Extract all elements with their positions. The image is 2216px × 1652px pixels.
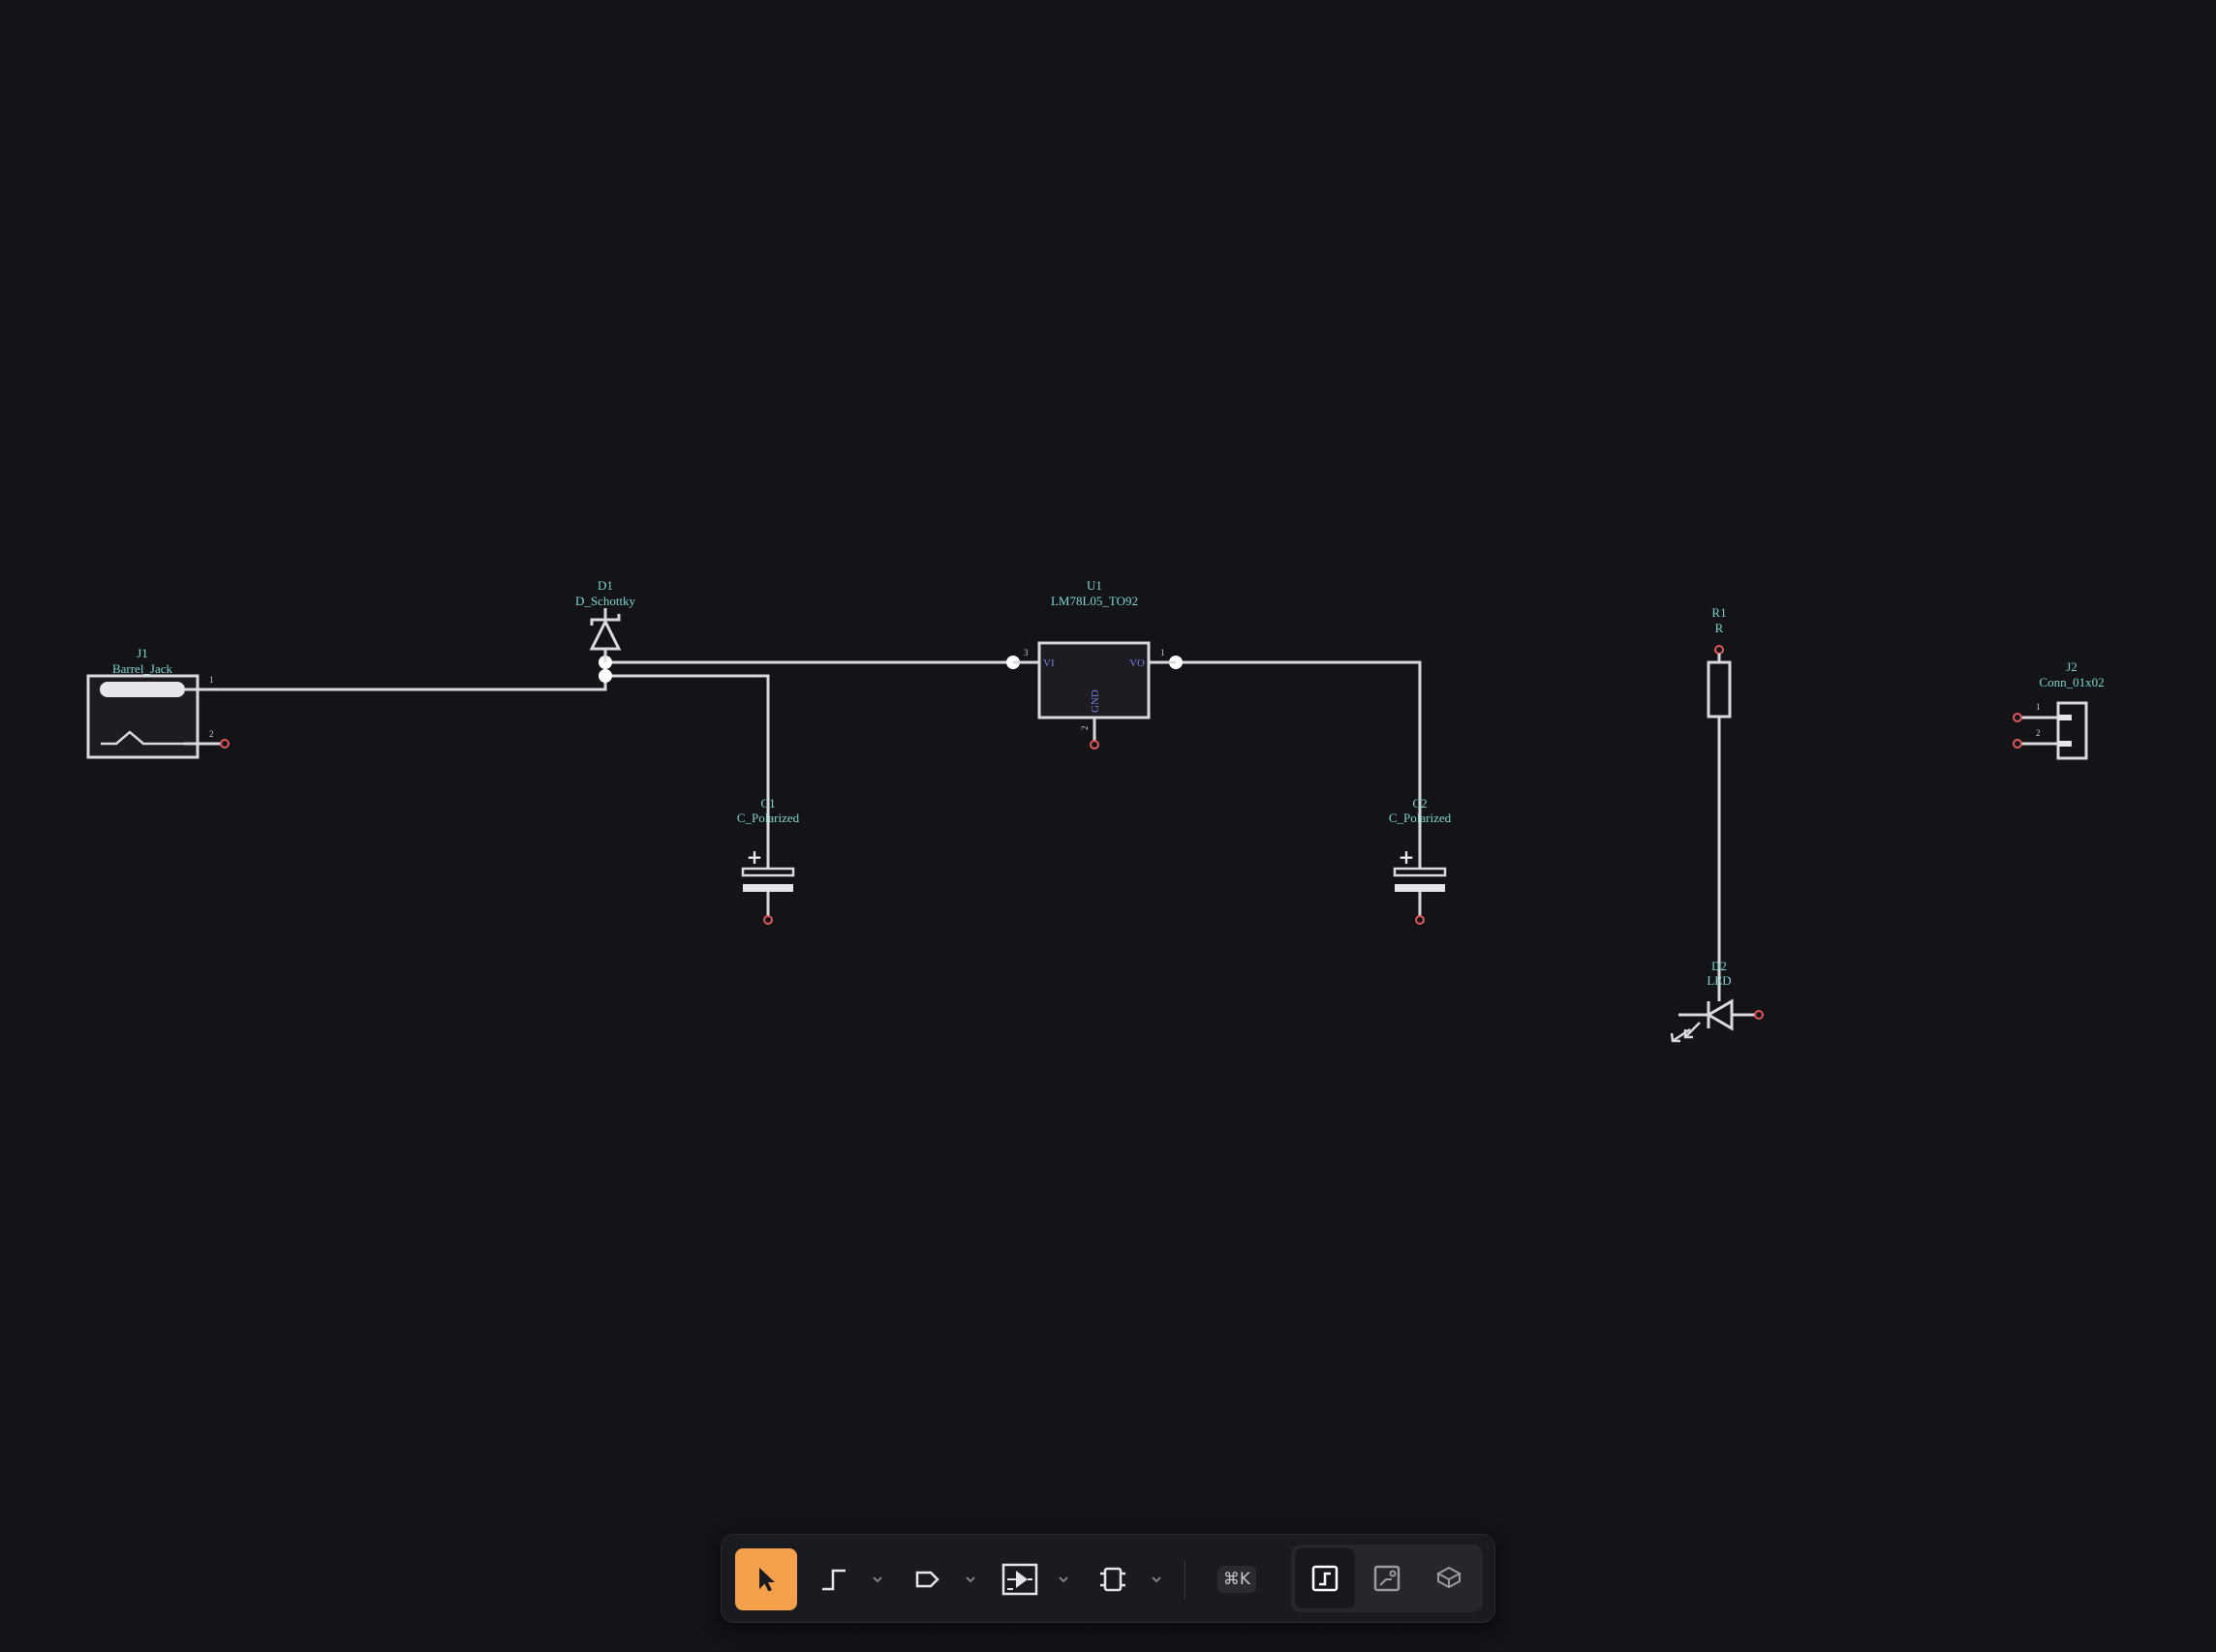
j2-value: Conn_01x02 [2039,675,2104,689]
u1-pin-name-vi: VI [1043,658,1055,669]
schematic-view-icon [1311,1565,1339,1592]
chip-icon [1100,1567,1125,1592]
j1-pin2-num: 2 [209,729,214,739]
c1-plate-bottom [743,884,793,892]
j2-pin2-contact [2058,741,2072,747]
component-tool-dropdown[interactable] [1146,1548,1167,1610]
u1-pin-name-vo: VO [1129,658,1145,669]
u1-pin2-num: 2 [1080,726,1090,731]
symbol-buffer-icon [1001,1563,1038,1596]
3d-view-icon [1435,1566,1462,1589]
pcb-view-button[interactable] [1357,1548,1417,1608]
command-palette-shortcut[interactable]: ⌘K [1217,1566,1256,1593]
symbol-tool-dropdown[interactable] [1053,1548,1074,1610]
r1-refdes: R1 [1711,605,1726,620]
j2-pin2-num: 2 [2036,728,2041,738]
d1-value: D_Schottky [575,594,636,608]
symbol-tool-button[interactable] [989,1548,1051,1610]
grid-background [0,0,2216,1652]
d2-value: LED [1707,973,1731,988]
d2-refdes: D2 [1711,959,1727,973]
j1-plug [100,682,185,697]
c1-plus-sign: + [747,845,763,869]
wire-tool-dropdown[interactable] [867,1548,888,1610]
chevron-down-icon [966,1576,975,1583]
chevron-down-icon [1152,1576,1161,1583]
c2-value: C_Polarized [1389,811,1452,825]
r1-value: R [1715,621,1724,635]
wire-step-icon [822,1569,846,1591]
c1-value: C_Polarized [737,811,800,825]
chevron-down-icon [873,1576,882,1583]
c2-plate-bottom [1395,884,1445,892]
cursor-arrow-icon [759,1568,775,1592]
j2-pin1-contact [2058,715,2072,720]
c2-refdes: C2 [1412,796,1427,811]
u1-refdes: U1 [1087,578,1102,593]
c2-plus-sign: + [1399,845,1415,869]
chevron-down-icon [1059,1576,1068,1583]
schematic-canvas[interactable]: J1 Barrel_Jack 1 2 D1 D_Schottky U1 LM78… [0,0,2216,1652]
j1-refdes: J1 [137,646,148,660]
net-label-tool-dropdown[interactable] [960,1548,981,1610]
j1-value: Barrel_Jack [112,661,173,676]
bottom-toolbar: ⌘K [721,1534,1495,1623]
select-tool-button[interactable] [735,1548,797,1610]
u1-value: LM78L05_TO92 [1051,594,1138,608]
net-label-tool-button[interactable] [896,1548,958,1610]
c1-refdes: C1 [760,796,775,811]
j2-refdes: J2 [2066,659,2078,674]
3d-view-button[interactable] [1419,1548,1479,1608]
j1-pin1-num: 1 [209,675,214,685]
wire-tool-button[interactable] [803,1548,865,1610]
u1-pin1-num: 1 [1160,648,1165,658]
net-label-icon [915,1571,939,1588]
pcb-view-icon [1373,1565,1400,1592]
view-switcher [1291,1545,1483,1612]
component-tool-button[interactable] [1082,1548,1144,1610]
u1-pin-name-gnd: GND [1090,689,1101,713]
j2-pin1-num: 1 [2036,702,2041,712]
junction-dot [599,669,612,683]
u1-pin3-num: 3 [1024,648,1029,658]
schematic-view-button[interactable] [1295,1548,1355,1608]
d1-refdes: D1 [598,578,613,593]
